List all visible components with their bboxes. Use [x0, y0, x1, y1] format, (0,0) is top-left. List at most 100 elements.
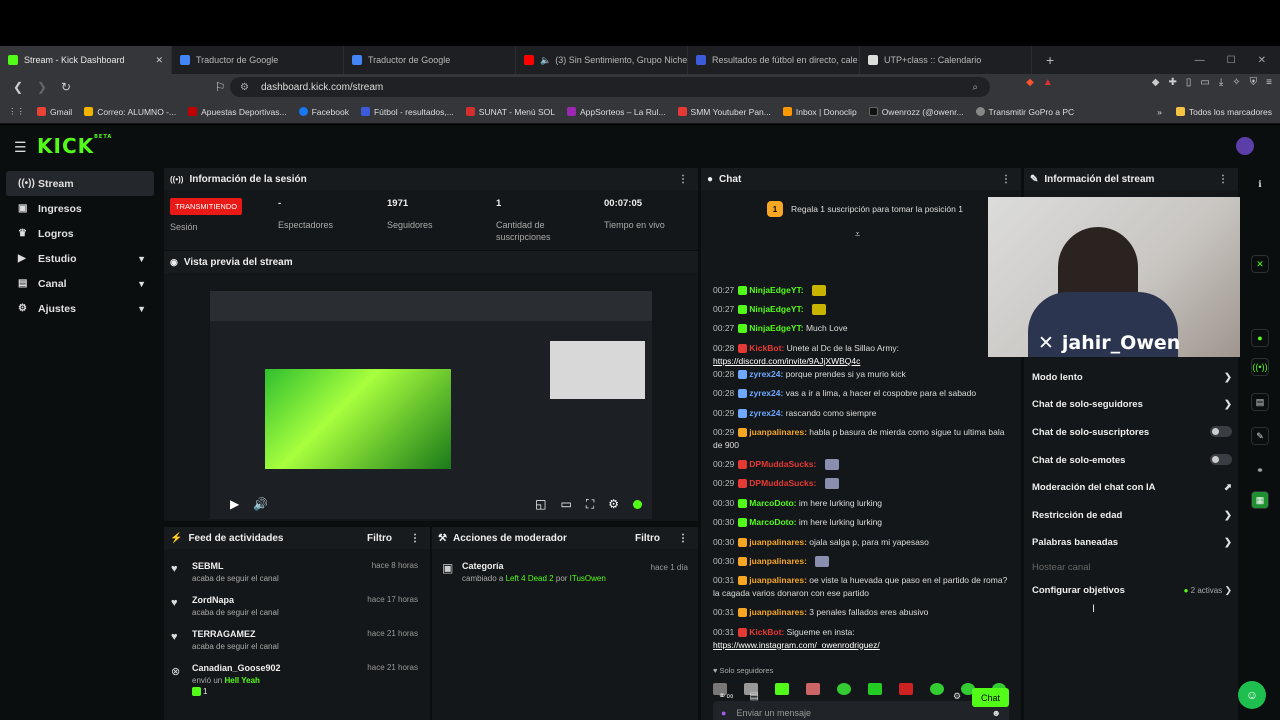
chat-username[interactable]: juanpalinares: — [749, 427, 807, 437]
bookmark-item[interactable]: SUNAT - Menú SOL — [465, 107, 555, 117]
reload-icon[interactable]: ↻ — [56, 77, 76, 97]
bookmark-item[interactable]: Owenrozz (@owenr... — [868, 107, 964, 117]
emote-icon[interactable] — [837, 682, 851, 695]
url-field[interactable]: ⚙ dashboard.kick.com/stream ⌕ — [230, 77, 990, 97]
pinned-gift-banner[interactable]: 1 Regala 1 suscripción para tomar la posi… — [767, 201, 963, 217]
bookmark-item[interactable]: Inbox | Donoclip — [782, 107, 857, 117]
chat-username[interactable]: zyrex24: — [749, 408, 783, 418]
hamburger-menu-icon[interactable]: ☰ — [14, 139, 27, 156]
chat-username[interactable]: juanpalinares: — [749, 556, 807, 566]
brave-rewards-icon[interactable]: ▲ — [1043, 77, 1053, 88]
chat-username[interactable]: MarcoDoto: — [749, 517, 796, 527]
bookmark-item[interactable]: Fútbol - resultados,... — [360, 107, 454, 117]
sidebar-item-ingresos[interactable]: ▣ Ingresos — [6, 196, 154, 221]
fullscreen-icon[interactable]: ⛶ — [586, 497, 594, 512]
emote-icon[interactable] — [899, 682, 913, 695]
wallet-icon[interactable]: ▭ — [1200, 77, 1209, 88]
more-bookmarks-icon[interactable]: » — [1157, 107, 1162, 117]
sidebar-item-canal[interactable]: ▤ Canal ▼ — [6, 271, 154, 296]
sidebar-toggle-icon[interactable]: ▯ — [1186, 77, 1192, 88]
more-options-icon[interactable]: ⋮ — [678, 533, 688, 544]
bookmark-item[interactable]: Transmitir GoPro a PC — [975, 107, 1074, 117]
setting-ai-moderation[interactable]: Moderación del chat con IA ⬈ — [1032, 482, 1232, 493]
chat-username[interactable]: juanpalinares: — [749, 607, 807, 617]
bookmark-item[interactable]: AppSorteos – La Rul... — [567, 107, 666, 117]
bookmark-item[interactable]: Apuestas Deportivas... — [188, 107, 287, 117]
chat-username[interactable]: NinjaEdgeYT: — [749, 323, 803, 333]
setting-age-restriction[interactable]: Restricción de edad ❯ — [1032, 510, 1232, 521]
chat-username[interactable]: KickBot: — [749, 343, 784, 353]
bookmark-item[interactable]: Correo: ALUMNO -... — [84, 107, 176, 117]
chat-username[interactable]: MarcoDoto: — [749, 498, 796, 508]
shield-icon[interactable]: ✕ — [1251, 255, 1269, 273]
stream-video[interactable]: ▶ 🔊 ◱ ▭ ⛶ ⚙ — [210, 291, 652, 519]
close-window-icon[interactable]: ✕ — [1258, 55, 1266, 66]
menu-icon[interactable]: ≡ — [1266, 77, 1272, 88]
vpn-icon[interactable]: ⛨ — [1250, 77, 1258, 88]
bookmark-item[interactable]: Gmail — [37, 107, 72, 117]
more-options-icon[interactable]: ⋮ — [678, 174, 688, 185]
puzzle-icon[interactable]: ✚ — [1168, 77, 1176, 88]
emoji-icon[interactable]: ☻ — [992, 708, 1001, 718]
mic-icon[interactable]: ● — [721, 708, 726, 718]
settings-icon[interactable]: ⚙ — [608, 497, 619, 511]
emote-icon[interactable] — [775, 682, 789, 695]
layers-icon[interactable]: ▤ — [1251, 393, 1269, 411]
zoom-icon[interactable]: ⌕ — [972, 82, 978, 93]
play-icon[interactable]: ▶ — [230, 497, 239, 511]
browser-tab-youtube[interactable]: 🔈 (3) Sin Sentimiento, Grupo Niche — [516, 46, 688, 74]
sidebar-item-ajustes[interactable]: ⚙ Ajustes ▼ — [6, 296, 154, 321]
emotes-only-toggle[interactable] — [1210, 454, 1232, 465]
setting-slow-mode[interactable]: Modo lento ❯ — [1032, 372, 1232, 383]
more-options-icon[interactable]: ⋮ — [410, 533, 420, 544]
back-icon[interactable]: ❮ — [8, 77, 28, 97]
brave-shield-icon[interactable]: ◆ — [1026, 77, 1034, 88]
maximize-icon[interactable]: ☐ — [1227, 55, 1236, 66]
bookmark-icon[interactable]: ⚐ — [210, 77, 230, 97]
chat-settings-icon[interactable]: ⚙ — [953, 691, 961, 702]
help-chat-button[interactable]: ☺ — [1238, 681, 1266, 709]
apps-grid-icon[interactable]: ⋮⋮ — [8, 106, 25, 117]
theater-icon[interactable]: ▭ — [560, 497, 571, 511]
new-tab-button[interactable]: + — [1046, 52, 1054, 68]
emote-icon[interactable] — [806, 682, 820, 695]
chat-username[interactable]: KickBot: — [749, 627, 784, 637]
bookmark-item[interactable]: Facebook — [298, 107, 349, 117]
share-icon[interactable]: ⚭ — [1251, 461, 1269, 479]
more-options-icon[interactable]: ⋮ — [1218, 174, 1228, 185]
mod-item-user[interactable]: ITusOwen — [570, 574, 606, 583]
wrench-icon[interactable]: ✎ — [1251, 427, 1269, 445]
chat-username[interactable]: juanpalinares: — [749, 575, 807, 585]
filter-button[interactable]: Filtro — [367, 533, 392, 544]
filter-button[interactable]: Filtro — [635, 533, 660, 544]
users-icon[interactable]: ⚭∞ — [718, 691, 734, 702]
app-icon[interactable]: ▦ — [1251, 491, 1269, 509]
chat-username[interactable]: juanpalinares: — [749, 537, 807, 547]
bookmark-item[interactable]: SMM Youtuber Pan... — [677, 107, 771, 117]
setting-banned-words[interactable]: Palabras baneadas ❯ — [1032, 537, 1232, 548]
leo-icon[interactable]: ✧ — [1232, 77, 1240, 88]
chat-username[interactable]: DPMuddaSucks: — [749, 478, 816, 488]
browser-tab-utp[interactable]: UTP+class :: Calendario — [860, 46, 1032, 74]
sidebar-item-logros[interactable]: ♛ Logros — [6, 221, 154, 246]
chat-username[interactable]: NinjaEdgeYT: — [749, 304, 803, 314]
chat-username[interactable]: DPMuddaSucks: — [749, 459, 816, 469]
pip-icon[interactable]: ◱ — [535, 497, 546, 511]
mod-item-game[interactable]: Left 4 Dead 2 — [506, 574, 554, 583]
avatar[interactable] — [1236, 137, 1254, 155]
setting-goals[interactable]: Configurar objetivos ● 2 activas ❯ — [1032, 585, 1232, 596]
extension-icon[interactable]: ◆ — [1152, 77, 1160, 88]
chat-link[interactable]: https://www.instagram.com/_owenrodriguez… — [713, 639, 1013, 652]
emote-icon[interactable] — [868, 682, 882, 695]
forward-icon[interactable]: ❯ — [32, 77, 52, 97]
site-info-icon[interactable]: ⚙ — [240, 82, 249, 93]
chevron-down-icon[interactable]: ⩡ — [855, 229, 860, 240]
sidebar-item-estudio[interactable]: ▶ Estudio ▼ — [6, 246, 154, 271]
chat-bubble-icon[interactable]: ● — [1251, 329, 1269, 347]
browser-tab-translate-1[interactable]: Traductor de Google — [172, 46, 344, 74]
browser-tab-kick[interactable]: Stream - Kick Dashboard ✕ — [0, 46, 172, 74]
setting-followers-only[interactable]: Chat de solo-seguidores ❯ — [1032, 399, 1232, 410]
minimize-icon[interactable]: — — [1195, 55, 1205, 66]
close-tab-icon[interactable]: ✕ — [149, 55, 163, 66]
more-options-icon[interactable]: ⋮ — [1001, 174, 1011, 185]
